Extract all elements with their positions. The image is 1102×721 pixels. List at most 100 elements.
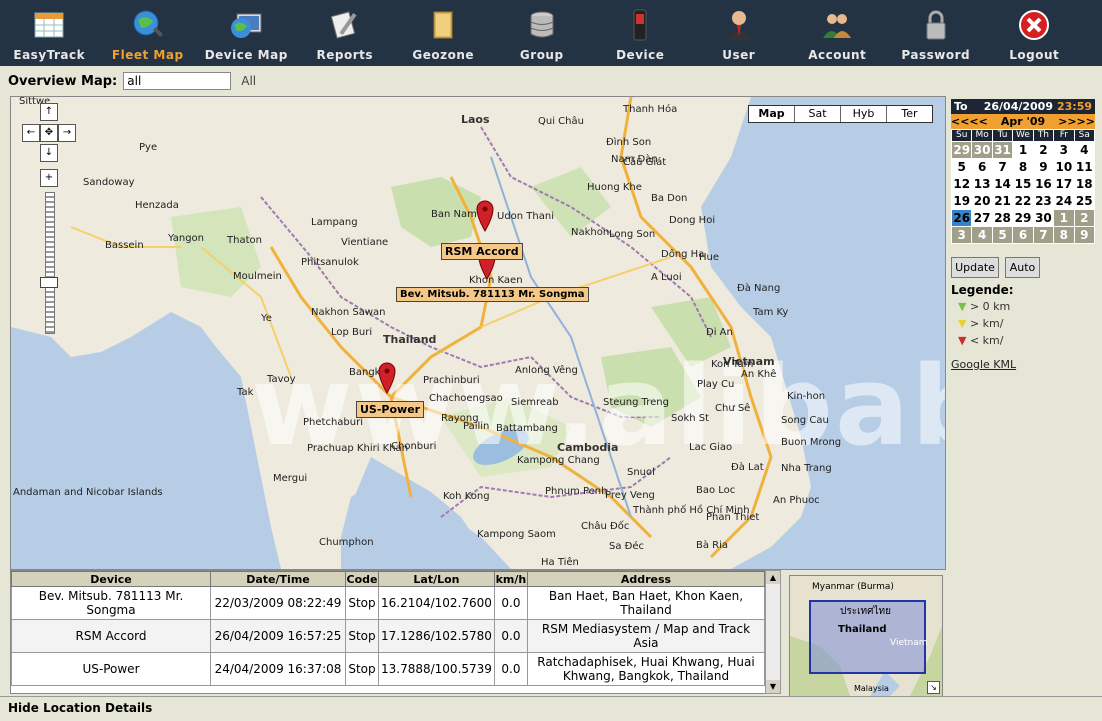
scroll-up-icon[interactable]: ▲ xyxy=(766,571,780,584)
nav-item-fleet-map[interactable]: Fleet Map xyxy=(99,0,198,66)
hide-location-details-link[interactable]: Hide Location Details xyxy=(8,701,152,715)
selected-time[interactable]: 23:59 xyxy=(1057,99,1095,114)
city-label: Andaman and Nicobar Islands xyxy=(13,487,163,498)
calendar-day[interactable]: 1 xyxy=(1013,142,1033,158)
zoom-slider-thumb[interactable] xyxy=(40,277,58,288)
column-header[interactable]: Device xyxy=(11,571,211,587)
calendar-day[interactable]: 13 xyxy=(972,176,992,192)
calendar-day[interactable]: 23 xyxy=(1033,193,1054,209)
city-label: Kampong Saom xyxy=(477,529,556,540)
weekday-label: Mo xyxy=(972,130,992,141)
calendar-day[interactable]: 2 xyxy=(1074,210,1094,226)
calendar-day[interactable]: 30 xyxy=(972,142,992,158)
calendar-day[interactable]: 24 xyxy=(1054,193,1074,209)
calendar-day[interactable]: 18 xyxy=(1074,176,1094,192)
minimap-label: Myanmar (Burma) xyxy=(812,582,894,592)
map-type-sat-button[interactable]: Sat xyxy=(794,106,840,122)
calendar-day[interactable]: 17 xyxy=(1054,176,1074,192)
calendar-day[interactable]: 3 xyxy=(1054,142,1074,158)
calendar-day[interactable]: 9 xyxy=(1074,227,1094,243)
column-header[interactable]: Date/Time xyxy=(210,571,346,587)
calendar-day[interactable]: 7 xyxy=(992,159,1013,175)
calendar-day[interactable]: 14 xyxy=(992,176,1013,192)
calendar-day[interactable]: 9 xyxy=(1033,159,1054,175)
calendar-day[interactable]: 21 xyxy=(992,193,1013,209)
calendar-day[interactable]: 11 xyxy=(1074,159,1094,175)
marker-label[interactable]: US-Power xyxy=(356,401,425,418)
calendar-day[interactable]: 26 xyxy=(952,210,972,226)
calendar-day[interactable]: 16 xyxy=(1033,176,1054,192)
overview-minimap[interactable]: Myanmar (Burma) ประเทศไทย Thailand Vietn… xyxy=(789,575,943,697)
map-type-hyb-button[interactable]: Hyb xyxy=(840,106,886,122)
marker-label[interactable]: Bev. Mitsub. 781113 Mr. Songma xyxy=(396,287,589,302)
marker-label[interactable]: RSM Accord xyxy=(441,243,523,260)
calendar-day[interactable]: 8 xyxy=(1054,227,1074,243)
prev-month-button[interactable]: <<<< xyxy=(951,114,988,129)
calendar-day[interactable]: 1 xyxy=(1054,210,1074,226)
nav-item-device-map[interactable]: Device Map xyxy=(197,0,296,66)
nav-item-user[interactable]: User xyxy=(690,0,789,66)
calendar-day[interactable]: 31 xyxy=(992,142,1013,158)
city-label: Chư Sê xyxy=(715,403,751,414)
calendar-day[interactable]: 8 xyxy=(1013,159,1033,175)
zoom-in-icon[interactable]: + xyxy=(40,169,58,187)
nav-item-reports[interactable]: Reports xyxy=(296,0,395,66)
nav-item-easytrack[interactable]: EasyTrack xyxy=(0,0,99,66)
column-header[interactable]: Lat/Lon xyxy=(378,571,495,587)
calendar-day[interactable]: 29 xyxy=(1013,210,1033,226)
nav-item-password[interactable]: Password xyxy=(887,0,986,66)
nav-item-device[interactable]: Device xyxy=(591,0,690,66)
nav-label: EasyTrack xyxy=(13,48,86,62)
nav-item-geozone[interactable]: Geozone xyxy=(394,0,493,66)
table-row[interactable]: Bev. Mitsub. 781113 Mr. Songma 22/03/2009… xyxy=(11,586,765,620)
auto-button[interactable]: Auto xyxy=(1005,257,1040,278)
table-row[interactable]: US-Power 24/04/2009 16:37:08 Stop 13.7888/1… xyxy=(11,652,765,686)
update-button[interactable]: Update xyxy=(951,257,999,278)
fleet-map[interactable]: www.alibaba.com Laos Thailand Vietnam Ca… xyxy=(10,96,946,570)
calendar-day[interactable]: 4 xyxy=(972,227,992,243)
next-month-button[interactable]: >>>> xyxy=(1058,114,1095,129)
pan-down-icon[interactable]: ↓ xyxy=(40,144,58,162)
column-header[interactable]: Address xyxy=(526,571,765,587)
google-kml-link[interactable]: Google KML xyxy=(951,358,1016,371)
table-scrollbar[interactable]: ▲ ▼ xyxy=(765,570,781,694)
column-header[interactable]: Code xyxy=(345,571,379,587)
calendar-day[interactable]: 10 xyxy=(1054,159,1074,175)
minimap-toggle-icon[interactable]: ↘ xyxy=(927,681,940,694)
pan-right-icon[interactable]: → xyxy=(58,124,76,142)
calendar-day[interactable]: 27 xyxy=(972,210,992,226)
calendar-day[interactable]: 6 xyxy=(1013,227,1033,243)
nav-item-group[interactable]: Group xyxy=(493,0,592,66)
column-header[interactable]: km/h xyxy=(493,571,528,587)
calendar-day[interactable]: 19 xyxy=(952,193,972,209)
pan-left-icon[interactable]: ← xyxy=(22,124,40,142)
calendar-day[interactable]: 5 xyxy=(952,159,972,175)
table-row[interactable]: RSM Accord 26/04/2009 16:57:25 Stop 17.1286… xyxy=(11,619,765,653)
calendar-day[interactable]: 20 xyxy=(972,193,992,209)
overview-map-input[interactable] xyxy=(123,72,232,90)
pan-center-icon[interactable]: ✥ xyxy=(40,124,58,142)
calendar-day[interactable]: 5 xyxy=(992,227,1013,243)
calendar-day[interactable]: 7 xyxy=(1033,227,1054,243)
scroll-down-icon[interactable]: ▼ xyxy=(766,680,780,693)
calendar-day[interactable]: 4 xyxy=(1074,142,1094,158)
calendar-day[interactable]: 25 xyxy=(1074,193,1094,209)
calendar-day[interactable]: 6 xyxy=(972,159,992,175)
calendar-day[interactable]: 28 xyxy=(992,210,1013,226)
calendar-day[interactable]: 3 xyxy=(952,227,972,243)
calendar-day[interactable]: 22 xyxy=(1013,193,1033,209)
map-type-map-button[interactable]: Map xyxy=(749,106,794,122)
map-type-ter-button[interactable]: Ter xyxy=(886,106,932,122)
calendar-day[interactable]: 30 xyxy=(1033,210,1054,226)
users-group-icon xyxy=(820,8,854,42)
calendar-day[interactable]: 2 xyxy=(1033,142,1054,158)
zoom-slider[interactable] xyxy=(45,192,55,334)
city-label: A Luoi xyxy=(651,272,682,283)
calendar-day[interactable]: 12 xyxy=(952,176,972,192)
pan-up-icon[interactable]: ↑ xyxy=(40,103,58,121)
table-header-row: Device Date/Time Code Lat/Lon km/h Address xyxy=(11,571,765,587)
nav-item-account[interactable]: Account xyxy=(788,0,887,66)
calendar-day[interactable]: 15 xyxy=(1013,176,1033,192)
nav-item-logout[interactable]: Logout xyxy=(985,0,1084,66)
calendar-day[interactable]: 29 xyxy=(952,142,972,158)
